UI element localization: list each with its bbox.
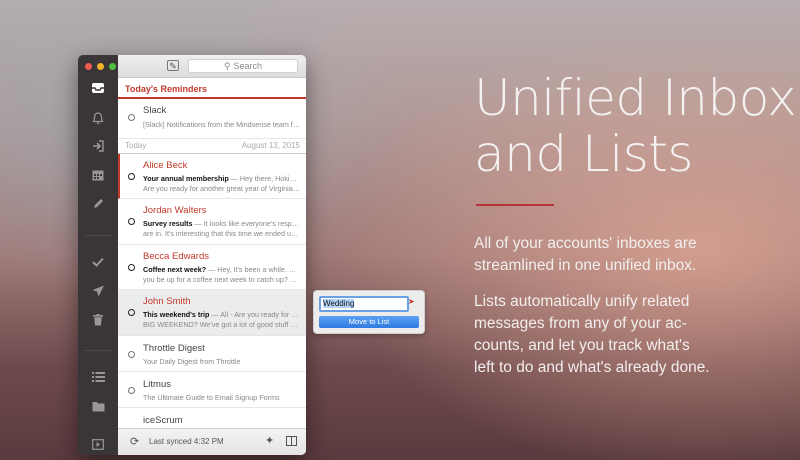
sender-name: John Smith (143, 296, 191, 307)
list-item-selected[interactable]: John Smith This weekend's trip — All - A… (118, 290, 306, 336)
message-list-pane: ✎ ⚲ Search Today's Reminders Slack [Slac… (118, 55, 306, 455)
description-line: left to do and what's already done. (474, 359, 710, 376)
message-subject: This weekend's trip (143, 310, 210, 319)
message-subject: Your annual membership (143, 174, 229, 183)
search-icon: ⚲ (223, 60, 231, 71)
inbox-icon[interactable] (78, 77, 118, 99)
preview-text: It looks like everyone's responses (203, 219, 300, 228)
sender-name: Alice Beck (143, 160, 188, 171)
separator: — (192, 219, 204, 228)
sync-icon[interactable]: ⟳ (130, 435, 139, 448)
description-paragraph-1: All of your accounts' inboxes are stream… (474, 233, 774, 277)
description-line: Lists automatically unify related (474, 293, 690, 310)
search-input[interactable]: ⚲ Search (188, 59, 298, 73)
message-preview-line2: BIG WEEKEND? We've got a lot of good stu… (143, 320, 300, 329)
sidebar-divider (84, 350, 112, 351)
list-item[interactable]: Jordan Walters Survey results — It looks… (118, 199, 306, 245)
message-preview-line1: Survey results — It looks like everyone'… (143, 219, 300, 228)
description-line: streamlined in one unified inbox. (474, 257, 697, 274)
status-radio[interactable] (128, 351, 135, 358)
headline-line2: and Lists (474, 125, 693, 183)
list-name-value: Wedding (323, 299, 355, 308)
move-to-list-button[interactable]: Move to List (319, 316, 419, 328)
message-preview-line1: Your annual membership — Hey there, Hoki… (143, 174, 300, 183)
status-radio[interactable] (128, 173, 135, 180)
message-preview: Your Daily Digest from Throttle (143, 357, 241, 366)
description-line: messages from any of your ac- (474, 315, 687, 332)
description-paragraph-2: Lists automatically unify related messag… (474, 291, 774, 379)
date-header-label: Today (125, 141, 147, 150)
list-item[interactable]: Becca Edwards Coffee next week? — Hey, I… (118, 245, 306, 290)
description-line: All of your accounts' inboxes are (474, 235, 697, 252)
search-placeholder: Search (233, 61, 263, 71)
list-name-field[interactable]: Wedding (319, 296, 409, 312)
signin-icon[interactable] (78, 135, 118, 157)
list-item[interactable]: Alice Beck Your annual membership — Hey … (118, 154, 306, 199)
sender-name: Throttle Digest (143, 343, 205, 354)
list-item[interactable]: Throttle Digest Your Daily Digest from T… (118, 336, 306, 372)
minimize-window-button[interactable] (97, 63, 104, 70)
message-preview-line2: are in. It's interesting that this time … (143, 229, 300, 238)
toolbar: ✎ ⚲ Search (118, 55, 306, 78)
list-icon[interactable] (78, 366, 118, 388)
sender-name: Slack (143, 105, 167, 116)
date-header-date: August 13, 2015 (241, 141, 300, 150)
headline: Unified Inbox and Lists (474, 69, 797, 183)
status-radio[interactable] (128, 309, 135, 316)
trash-icon[interactable] (78, 309, 118, 331)
list-item[interactable]: iceScrum (118, 408, 306, 430)
separator: — (228, 174, 240, 183)
date-header: Today August 13, 2015 (118, 139, 306, 153)
preview-text: Hey, It's been a while. Would (217, 265, 300, 274)
last-synced-label: Last synced 4:32 PM (149, 437, 224, 446)
send-icon[interactable] (78, 280, 118, 302)
message-subject: Coffee next week? (143, 265, 207, 274)
mail-app-window: ✎ ⚲ Search Today's Reminders Slack [Slac… (78, 55, 306, 455)
message-preview: [Slack] Notifications from the Mindsense… (143, 120, 300, 129)
status-radio[interactable] (128, 218, 135, 225)
move-to-list-popover: Wedding ➤ Move to List (313, 290, 425, 334)
message-preview-line1: Coffee next week? — Hey, It's been a whi… (143, 265, 300, 274)
window-controls (85, 63, 116, 70)
zoom-window-button[interactable] (109, 63, 116, 70)
separator: — (206, 265, 218, 274)
compose-icon[interactable]: ✎ (167, 60, 179, 71)
separator: — (209, 310, 221, 319)
play-icon[interactable] (78, 433, 118, 455)
sender-name: Litmus (143, 379, 171, 390)
message-preview: The Ultimate Guide to Email Signup Forms (143, 393, 280, 402)
check-icon[interactable] (78, 251, 118, 273)
calendar-icon[interactable] (78, 164, 118, 186)
list-item[interactable]: Litmus The Ultimate Guide to Email Signu… (118, 372, 306, 408)
sidebar-divider (84, 235, 112, 236)
message-preview-line2: you be up for a coffee next week to catc… (143, 275, 300, 284)
headline-divider (476, 204, 554, 206)
send-arrow-icon[interactable]: ➤ (408, 297, 415, 306)
sidebar (78, 55, 118, 455)
sender-name: iceScrum (143, 415, 183, 426)
message-subject: Survey results (143, 219, 193, 228)
bell-icon[interactable] (78, 107, 118, 129)
folder-icon[interactable] (78, 395, 118, 417)
wand-icon[interactable]: ✦ (265, 434, 274, 447)
sender-name: Becca Edwards (143, 251, 210, 262)
status-radio[interactable] (128, 114, 135, 121)
message-preview-line2: Are you ready for another great year of … (143, 184, 300, 193)
pencil-icon[interactable] (78, 193, 118, 215)
list-item[interactable]: Slack [Slack] Notifications from the Min… (118, 99, 306, 139)
close-window-button[interactable] (85, 63, 92, 70)
reminders-header: Today's Reminders (118, 81, 306, 99)
preview-text: Hey there, Hokies fan! (239, 174, 300, 183)
description-line: counts, and let you track what's (474, 337, 690, 354)
headline-line1: Unified Inbox (474, 69, 797, 127)
status-bar: ⟳ Last synced 4:32 PM ✦ (118, 428, 306, 455)
preview-text: All - Are you ready for THE (220, 310, 300, 319)
status-radio[interactable] (128, 387, 135, 394)
split-view-icon[interactable] (286, 436, 297, 446)
message-preview-line1: This weekend's trip — All - Are you read… (143, 310, 300, 319)
sender-name: Jordan Walters (143, 205, 207, 216)
status-radio[interactable] (128, 264, 135, 271)
